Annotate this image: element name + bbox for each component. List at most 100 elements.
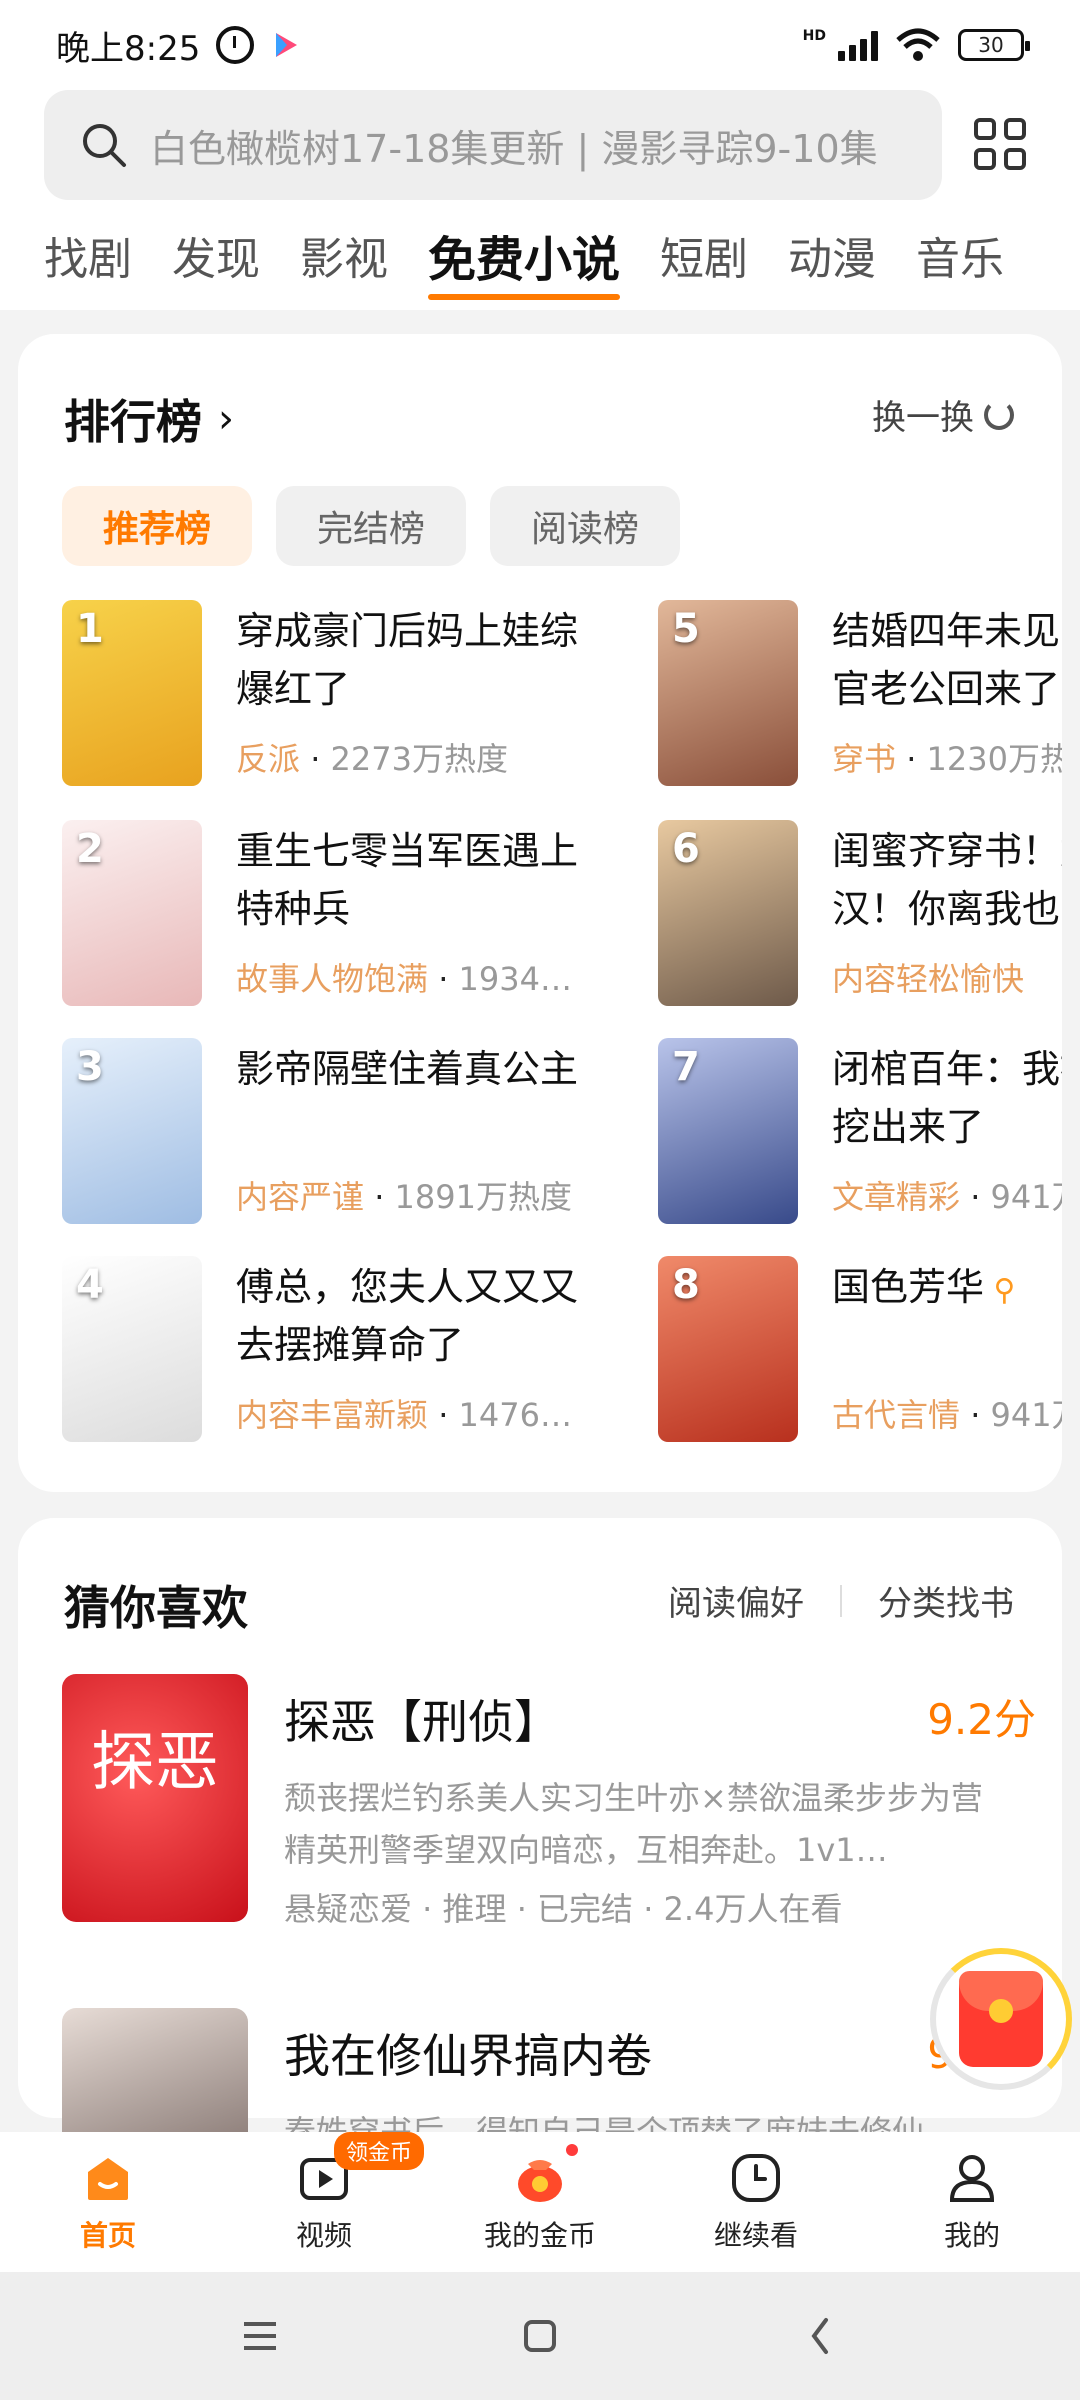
ranking-card: 排行榜 › 换一换 推荐榜 完结榜 阅读榜 1 穿成豪门后妈上娃综爆红了 反派 … (18, 334, 1062, 1492)
book-cover: 7 (658, 1038, 798, 1224)
ranking-list: 1 穿成豪门后妈上娃综爆红了 反派 · 2273万热度 2 重生七零当军医遇上特… (62, 600, 1062, 1470)
wifi-icon (896, 28, 940, 61)
search-icon[interactable]: ⚲ (984, 1273, 1016, 1308)
book-tag: 内容轻松愉快 (832, 960, 1025, 998)
nav-label: 我的 (943, 2219, 1000, 2252)
nav-label: 首页 (79, 2219, 136, 2252)
rank-item-info: 影帝隔壁住着真公主 内容严谨 · 1891万热度 (236, 1038, 606, 1224)
rank-number: 4 (76, 1262, 104, 1308)
rank-item[interactable]: 7 闭棺百年：我被男星挖出来了 文章精彩 · 941万热度 (658, 1038, 1062, 1224)
menu-button[interactable] (230, 2306, 290, 2366)
book-meta: 故事人物饱满 · 1934… (236, 960, 572, 998)
rank-item[interactable]: 8 国色芳华 ⚲ 古代言情 · 941万热度 (658, 1256, 1062, 1442)
square-icon (524, 2320, 556, 2352)
tab-film-tv[interactable]: 影视 (300, 230, 388, 290)
status-time: 晚上8:25 (56, 28, 201, 69)
back-button[interactable] (790, 2306, 850, 2366)
user-icon (949, 2155, 995, 2202)
tab-find-drama[interactable]: 找剧 (44, 230, 132, 290)
book-cover: 8 (658, 1256, 798, 1442)
chip-reading[interactable]: 阅读榜 (490, 486, 680, 566)
refresh-icon (984, 399, 1014, 430)
nav-mine[interactable]: 我的 (882, 2150, 1062, 2254)
nav-home[interactable]: 首页 (18, 2150, 198, 2254)
tab-short-drama[interactable]: 短剧 (660, 230, 748, 290)
home-button[interactable] (510, 2306, 570, 2366)
book-tag: 内容严谨 (236, 1178, 365, 1216)
red-packet-float-button[interactable] (930, 1948, 1072, 2090)
nav-my-coins[interactable]: 我的金币 (450, 2144, 630, 2254)
bottom-nav: 首页 领金币 视频 我的金币 继续看 我的 (0, 2132, 1080, 2272)
rank-item-info: 闭棺百年：我被男星挖出来了 文章精彩 · 941万热度 (832, 1038, 1062, 1224)
rank-number: 6 (672, 826, 700, 872)
book-cover: 2 (62, 820, 202, 1006)
book-heat: 1934… (458, 960, 572, 998)
book-heat: 1230万热度 (926, 740, 1062, 778)
guess-you-like-card: 猜你喜欢 阅读偏好 分类找书 探恶 探恶【刑侦】 9.2分 颓丧摆烂钓系美人实习… (18, 1518, 1062, 2256)
book-title: 闺蜜齐穿书！嫁糙汉！你离我也离 (832, 829, 1062, 931)
coin-badge: 领金币 (334, 2132, 425, 2170)
signal-icon (838, 29, 878, 61)
ranking-header[interactable]: 排行榜 › (64, 386, 234, 452)
book-item[interactable]: 探恶 探恶【刑侦】 9.2分 颓丧摆烂钓系美人实习生叶亦×禁欲温柔步步为营精英刑… (62, 1674, 1042, 1928)
rank-number: 2 (76, 826, 104, 872)
book-cover: 1 (62, 600, 202, 786)
rank-item[interactable]: 5 结婚四年未见面，军官老公回来了 穿书 · 1230万热度 (658, 600, 1062, 786)
book-title: 结婚四年未见面，军官老公回来了 (832, 609, 1062, 711)
divider (840, 1584, 842, 1617)
refresh-label: 换一换 (872, 398, 974, 438)
nav-label: 视频 (295, 2219, 352, 2252)
book-title: 傅总，您夫人又又又去摆摊算命了 (236, 1265, 579, 1367)
cover-title: 探恶 (91, 1726, 219, 1800)
book-score: 9.2分 (927, 1695, 1036, 1744)
book-meta: 内容丰富新颖 · 1476… (236, 1396, 572, 1434)
search-bar[interactable]: 白色橄榄树17-18集更新 | 漫影寻踪9-10集 (44, 90, 942, 200)
rank-item[interactable]: 4 傅总，您夫人又又又去摆摊算命了 内容丰富新颖 · 1476… (62, 1256, 622, 1442)
book-heat: 941万热度 (990, 1396, 1062, 1434)
chevron-right-icon: › (218, 396, 234, 442)
tab-discover[interactable]: 发现 (172, 230, 260, 290)
hd-indicator: HD (802, 28, 826, 44)
nav-continue-watching[interactable]: 继续看 (666, 2150, 846, 2254)
header: 白色橄榄树17-18集更新 | 漫影寻踪9-10集 找剧 发现 影视 免费小说 … (0, 90, 1080, 310)
refresh-button[interactable]: 换一换 (872, 390, 1014, 439)
nav-video[interactable]: 领金币 视频 (234, 2132, 425, 2254)
tab-free-novels[interactable]: 免费小说 (428, 230, 621, 300)
rank-item-info: 国色芳华 ⚲ 古代言情 · 941万热度 (832, 1256, 1062, 1442)
rank-number: 7 (672, 1044, 700, 1090)
book-tags: 悬疑恋爱 · 推理 · 已完结 · 2.4万人在看 (284, 1890, 843, 1928)
ranking-chips: 推荐榜 完结榜 阅读榜 (62, 486, 680, 566)
book-name: 我在修仙界搞内卷 (284, 2029, 652, 2083)
nav-label: 继续看 (713, 2219, 798, 2252)
home-icon (88, 2158, 128, 2200)
rank-item[interactable]: 2 重生七零当军医遇上特种兵 故事人物饱满 · 1934… (62, 820, 622, 1006)
rank-item-info: 闺蜜齐穿书！嫁糙汉！你离我也离 内容轻松愉快 (832, 820, 1062, 1006)
reading-preference-link[interactable]: 阅读偏好 (668, 1576, 804, 1625)
category-find-book-link[interactable]: 分类找书 (878, 1576, 1014, 1625)
book-tag: 文章精彩 (832, 1178, 961, 1216)
book-cover: 探恶 (62, 1674, 248, 1922)
rank-item-info: 重生七零当军医遇上特种兵 故事人物饱满 · 1934… (236, 820, 606, 1006)
guess-title: 猜你喜欢 (64, 1581, 248, 1635)
book-title: 闭棺百年：我被男星挖出来了 (832, 1047, 1062, 1149)
rank-item[interactable]: 6 闺蜜齐穿书！嫁糙汉！你离我也离 内容轻松愉快 (658, 820, 1062, 1006)
status-bar: 晚上8:25 HD 30 (0, 0, 1080, 90)
red-packet-icon (959, 1971, 1043, 2067)
chip-completed[interactable]: 完结榜 (276, 486, 466, 566)
book-heat: 941万热度 (990, 1178, 1062, 1216)
book-tag: 穿书 (832, 740, 897, 778)
rank-number: 3 (76, 1044, 104, 1090)
tab-anime[interactable]: 动漫 (788, 230, 876, 290)
book-meta: 古代言情 · 941万热度 (832, 1390, 1062, 1436)
category-grid-icon[interactable] (974, 118, 1026, 170)
tab-music[interactable]: 音乐 (916, 230, 1004, 290)
rank-number: 8 (672, 1262, 700, 1308)
rank-item-info: 傅总，您夫人又又又去摆摊算命了 内容丰富新颖 · 1476… (236, 1256, 606, 1442)
book-name: 探恶【刑侦】 (284, 1695, 560, 1749)
book-title: 影帝隔壁住着真公主 (236, 1047, 579, 1091)
rank-item[interactable]: 3 影帝隔壁住着真公主 内容严谨 · 1891万热度 (62, 1038, 622, 1224)
rank-number: 5 (672, 606, 700, 652)
clock-icon (732, 2154, 780, 2202)
chip-recommended[interactable]: 推荐榜 (62, 486, 252, 566)
rank-item[interactable]: 1 穿成豪门后妈上娃综爆红了 反派 · 2273万热度 (62, 600, 622, 786)
